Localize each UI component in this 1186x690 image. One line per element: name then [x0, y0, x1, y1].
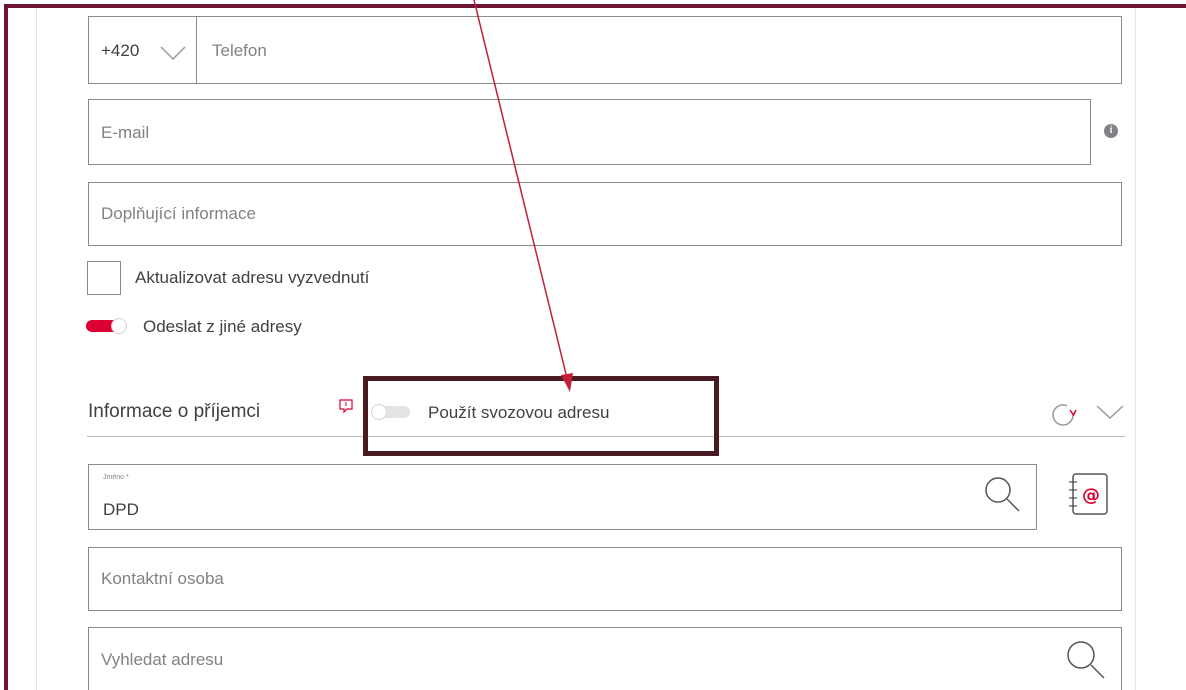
- screenshot: +420 Telefon E-mail i Doplňující informa…: [0, 0, 1186, 690]
- annotation-arrow: [473, 0, 573, 392]
